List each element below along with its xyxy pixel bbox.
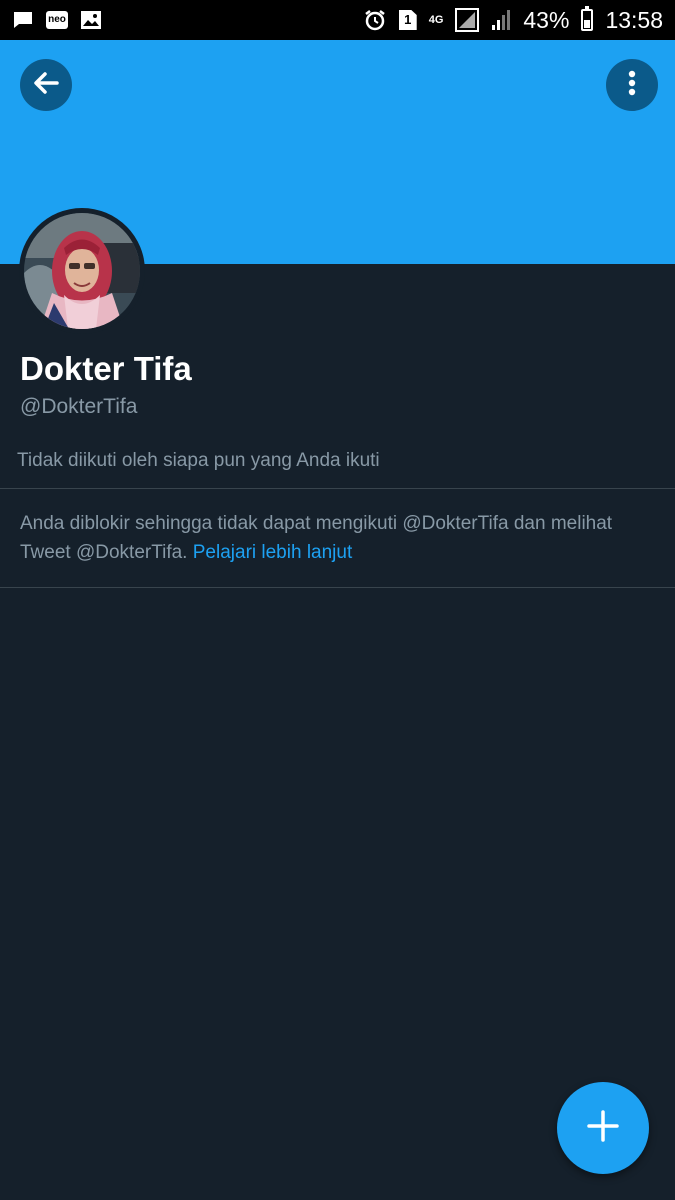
compose-tweet-button[interactable] — [557, 1082, 649, 1174]
arrow-left-icon — [31, 68, 61, 103]
network-label: 4G — [428, 13, 444, 26]
status-right: 1 4G 43% 13:58 — [363, 6, 663, 34]
alarm-icon — [363, 8, 387, 32]
signal-bars-icon — [491, 8, 511, 32]
divider — [0, 587, 675, 588]
profile-screen: neo 1 4G 43% 13:58 Dokter Tifa @DokterTi… — [0, 0, 675, 1200]
avatar[interactable] — [19, 208, 145, 334]
battery-icon — [581, 6, 594, 31]
network-type-icon: 4G — [428, 13, 444, 26]
chat-bubble-icon — [12, 10, 34, 30]
status-bar: neo 1 4G 43% 13:58 — [0, 0, 675, 40]
signal-strength-icon — [455, 8, 480, 32]
divider — [0, 488, 675, 489]
plus-icon — [585, 1108, 621, 1149]
neo-app-icon: neo — [46, 11, 68, 29]
learn-more-link[interactable]: Pelajari lebih lanjut — [193, 542, 353, 563]
clock: 13:58 — [605, 6, 663, 33]
status-left: neo — [12, 10, 102, 30]
blocked-notice: Anda diblokir sehingga tidak dapat mengi… — [20, 509, 640, 567]
avatar-photo — [24, 213, 140, 329]
back-button[interactable] — [20, 59, 72, 111]
image-icon — [80, 10, 102, 30]
battery-percentage: 43% — [523, 6, 570, 33]
sim-icon: 1 — [398, 10, 417, 30]
username-handle: @DokterTifa — [20, 395, 138, 418]
battery-fill — [584, 20, 591, 28]
display-name: Dokter Tifa — [20, 350, 192, 387]
followers-you-know-note: Tidak diikuti oleh siapa pun yang Anda i… — [17, 450, 380, 471]
more-options-button[interactable] — [606, 59, 658, 111]
more-vertical-icon — [617, 68, 647, 103]
